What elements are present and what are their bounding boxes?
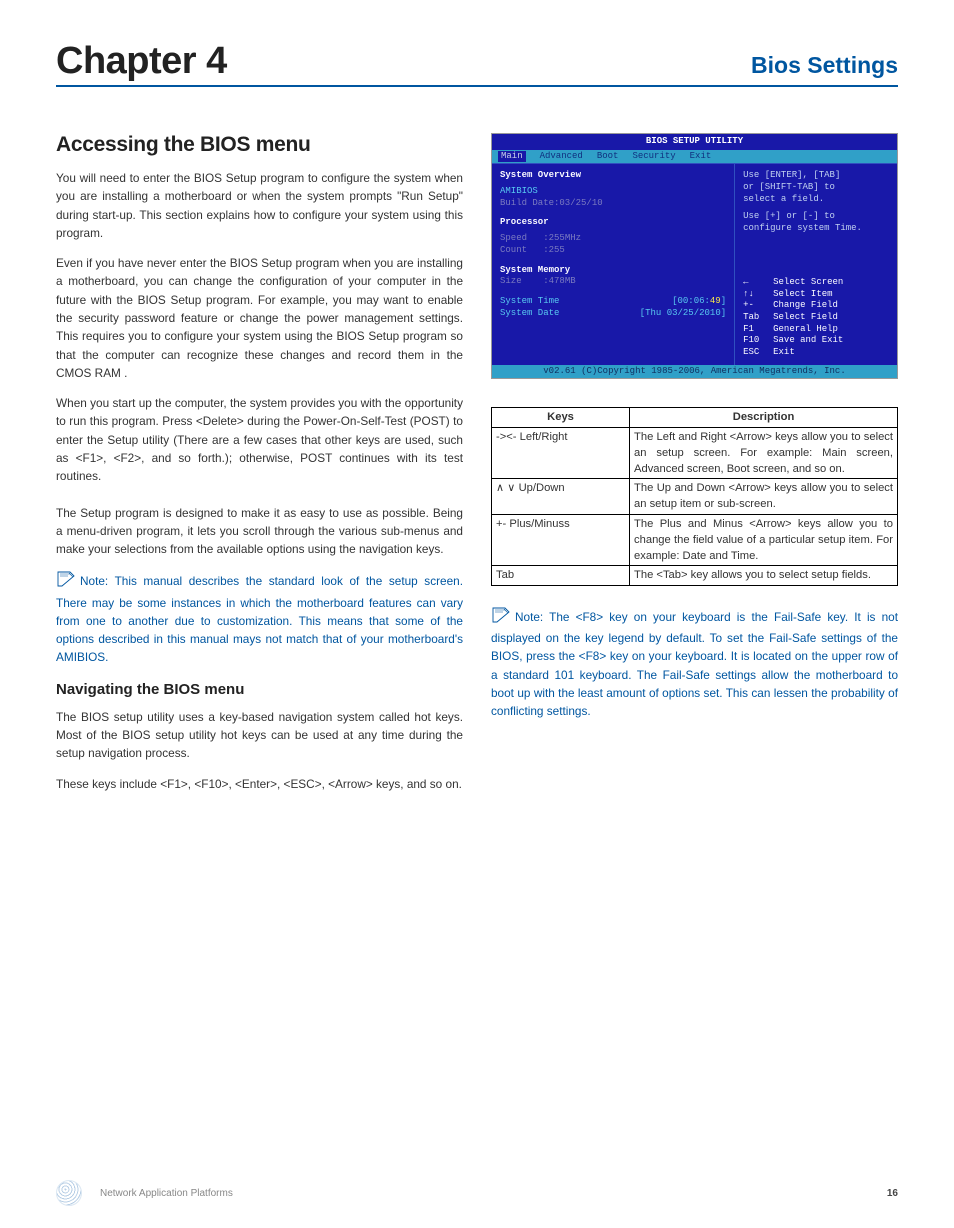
- section-heading: Accessing the BIOS menu: [56, 133, 463, 157]
- bios-count-value: :255: [543, 245, 565, 255]
- bios-nav-desc: Exit: [773, 347, 795, 359]
- body-paragraph: Even if you have never enter the BIOS Se…: [56, 254, 463, 382]
- bios-right-pane: Use [ENTER], [TAB] or [SHIFT-TAB] to sel…: [735, 164, 897, 364]
- bios-left-pane: System Overview AMIBIOS Build Date:03/25…: [492, 164, 735, 364]
- body-paragraph: The Setup program is designed to make it…: [56, 504, 463, 559]
- chapter-title: Chapter 4: [56, 40, 227, 83]
- bios-systime-value: [00:06:49]: [672, 296, 726, 308]
- body-paragraph: You will need to enter the BIOS Setup pr…: [56, 169, 463, 242]
- bios-size-label: Size: [500, 276, 522, 286]
- bios-title: BIOS SETUP UTILITY: [492, 134, 897, 150]
- th-keys: Keys: [492, 408, 630, 427]
- bios-hint: configure system Time.: [743, 223, 889, 235]
- cell-desc: The Plus and Minus <Arrow> keys allow yo…: [630, 514, 898, 566]
- bios-speed-label: Speed: [500, 233, 527, 243]
- bios-nav-key: Tab: [743, 312, 773, 324]
- body-paragraph: The BIOS setup utility uses a key-based …: [56, 708, 463, 763]
- subsection-heading: Navigating the BIOS menu: [56, 681, 463, 698]
- bios-hint: Use [+] or [-] to: [743, 211, 889, 223]
- bios-nav-desc: Select Screen: [773, 277, 843, 289]
- pencil-icon: [491, 606, 513, 629]
- pencil-icon: [56, 570, 78, 593]
- bios-screenshot: BIOS SETUP UTILITY Main Advanced Boot Se…: [491, 133, 898, 379]
- bios-sysdate-label: System Date: [500, 308, 559, 320]
- bios-tab-main: Main: [498, 151, 526, 163]
- body-paragraph: These keys include <F1>, <F10>, <Enter>,…: [56, 775, 463, 793]
- bios-hint: or [SHIFT-TAB] to: [743, 182, 889, 194]
- right-column: BIOS SETUP UTILITY Main Advanced Boot Se…: [491, 133, 898, 805]
- note-paragraph: Note: This manual describes the standard…: [56, 570, 463, 666]
- footer-logo-icon: [56, 1180, 82, 1206]
- keys-table: Keys Description -><- Left/Right The Lef…: [491, 407, 898, 585]
- bios-speed-value: :255MHz: [543, 233, 581, 243]
- bios-tab-boot: Boot: [597, 151, 619, 163]
- bios-nav-key: ↑↓: [743, 289, 773, 301]
- table-row: ∧ ∨ Up/Down The Up and Down <Arrow> keys…: [492, 479, 898, 514]
- bios-nav-key: F10: [743, 335, 773, 347]
- bios-nav-desc: General Help: [773, 324, 838, 336]
- bios-build: Build Date:03/25/10: [500, 198, 726, 210]
- bios-amibios: AMIBIOS: [500, 186, 726, 198]
- th-description: Description: [630, 408, 898, 427]
- cell-desc: The Up and Down <Arrow> keys allow you t…: [630, 479, 898, 514]
- page-number: 16: [887, 1188, 898, 1199]
- bios-memory: System Memory: [500, 265, 726, 277]
- bios-tab-security: Security: [632, 151, 675, 163]
- bios-nav-key: ←: [743, 277, 773, 289]
- bios-nav-key: ESC: [743, 347, 773, 359]
- bios-tab-exit: Exit: [690, 151, 712, 163]
- bios-hint: select a field.: [743, 194, 889, 206]
- chapter-header: Chapter 4 Bios Settings: [56, 40, 898, 87]
- page-footer: Network Application Platforms 16: [56, 1180, 898, 1206]
- bios-nav-desc: Change Field: [773, 300, 838, 312]
- bios-count-label: Count: [500, 245, 527, 255]
- bios-hint: Use [ENTER], [TAB]: [743, 170, 889, 182]
- bios-overview: System Overview: [500, 170, 726, 182]
- bios-nav-desc: Save and Exit: [773, 335, 843, 347]
- table-header-row: Keys Description: [492, 408, 898, 427]
- cell-desc: The <Tab> key allows you to select setup…: [630, 566, 898, 585]
- cell-key: Tab: [492, 566, 630, 585]
- cell-key: -><- Left/Right: [492, 427, 630, 479]
- body-paragraph: When you start up the computer, the syst…: [56, 394, 463, 485]
- bios-footer: v02.61 (C)Copyright 1985-2006, American …: [492, 365, 897, 379]
- footer-text: Network Application Platforms: [100, 1188, 233, 1199]
- bios-nav-desc: Select Item: [773, 289, 832, 301]
- bios-sysdate-value: [Thu 03/25/2010]: [640, 308, 726, 320]
- bios-systime-label: System Time: [500, 296, 559, 308]
- cell-desc: The Left and Right <Arrow> keys allow yo…: [630, 427, 898, 479]
- bios-nav-key: +-: [743, 300, 773, 312]
- cell-key: +- Plus/Minuss: [492, 514, 630, 566]
- left-column: Accessing the BIOS menu You will need to…: [56, 133, 463, 805]
- cell-key: ∧ ∨ Up/Down: [492, 479, 630, 514]
- table-row: Tab The <Tab> key allows you to select s…: [492, 566, 898, 585]
- table-row: -><- Left/Right The Left and Right <Arro…: [492, 427, 898, 479]
- bios-nav-desc: Select Field: [773, 312, 838, 324]
- table-row: +- Plus/Minuss The Plus and Minus <Arrow…: [492, 514, 898, 566]
- chapter-section: Bios Settings: [751, 52, 898, 79]
- bios-tab-advanced: Advanced: [540, 151, 583, 163]
- bios-menubar: Main Advanced Boot Security Exit: [492, 150, 897, 164]
- bios-processor: Processor: [500, 217, 726, 229]
- bios-nav-key: F1: [743, 324, 773, 336]
- note-text: Note: The <F8> key on your keyboard is t…: [491, 609, 898, 718]
- note-text: Note: This manual describes the standard…: [56, 574, 463, 664]
- note-paragraph: Note: The <F8> key on your keyboard is t…: [491, 606, 898, 721]
- bios-size-value: :478MB: [543, 276, 575, 286]
